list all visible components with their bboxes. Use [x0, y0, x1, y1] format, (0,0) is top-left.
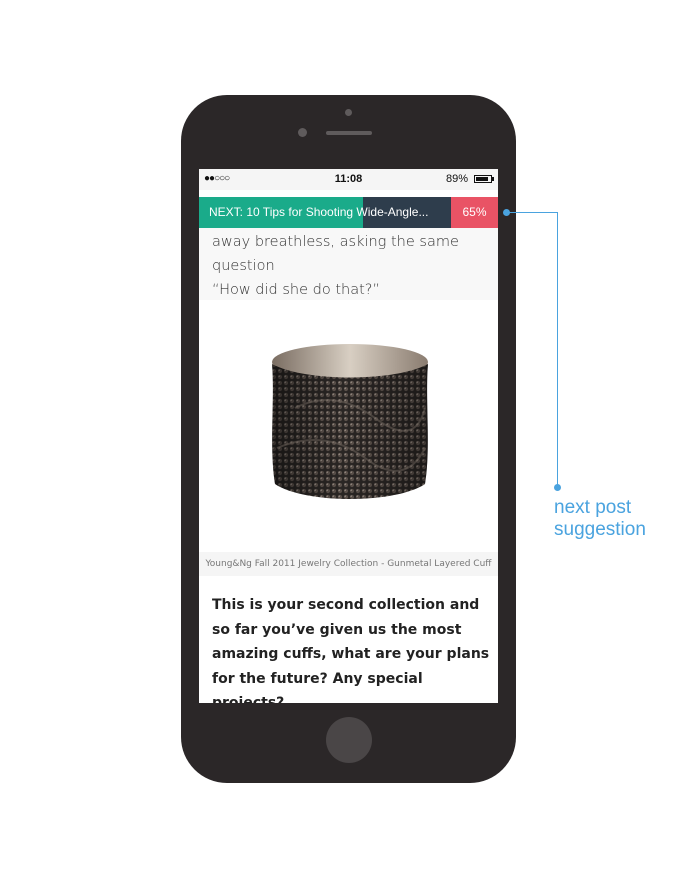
callout-line-horizontal	[508, 212, 557, 213]
callout-line-1: next post	[554, 497, 632, 518]
phone-frame: ●●○○○ 11:08 89% NEXT: 10 Tips for Shooti…	[181, 95, 516, 783]
front-sensor	[345, 109, 352, 116]
status-bar: ●●○○○ 11:08 89%	[199, 169, 498, 190]
home-button[interactable]	[326, 717, 372, 763]
article-intro-text: away breathless, asking the same questio…	[212, 230, 492, 302]
next-post-bar[interactable]: NEXT: 10 Tips for Shooting Wide-Angle...…	[199, 197, 498, 228]
earpiece-speaker	[326, 131, 372, 135]
intro-line-2: “How did she do that?”	[212, 282, 380, 298]
callout-line-2: suggestion	[554, 519, 646, 540]
battery-percent: 89%	[445, 173, 468, 185]
image-caption: Young&Ng Fall 2011 Jewelry Collection - …	[199, 552, 498, 576]
intro-line-1: away breathless, asking the same questio…	[212, 234, 459, 274]
callout-end-dot	[554, 484, 561, 491]
callout-annotation: next post suggestion	[554, 497, 694, 541]
cuff-bracelet-image	[272, 344, 428, 499]
front-camera	[298, 128, 307, 137]
reading-progress-percent: 65%	[451, 197, 498, 228]
next-post-link[interactable]: NEXT: 10 Tips for Shooting Wide-Angle...	[209, 197, 428, 228]
phone-screen: ●●○○○ 11:08 89% NEXT: 10 Tips for Shooti…	[199, 169, 498, 703]
callout-line-vertical	[557, 212, 558, 487]
article-intro-block: away breathless, asking the same questio…	[199, 228, 498, 300]
battery-icon	[474, 175, 492, 183]
interview-question: This is your second collection and so fa…	[212, 597, 490, 703]
battery-tip	[492, 177, 494, 181]
article-image	[199, 300, 498, 552]
